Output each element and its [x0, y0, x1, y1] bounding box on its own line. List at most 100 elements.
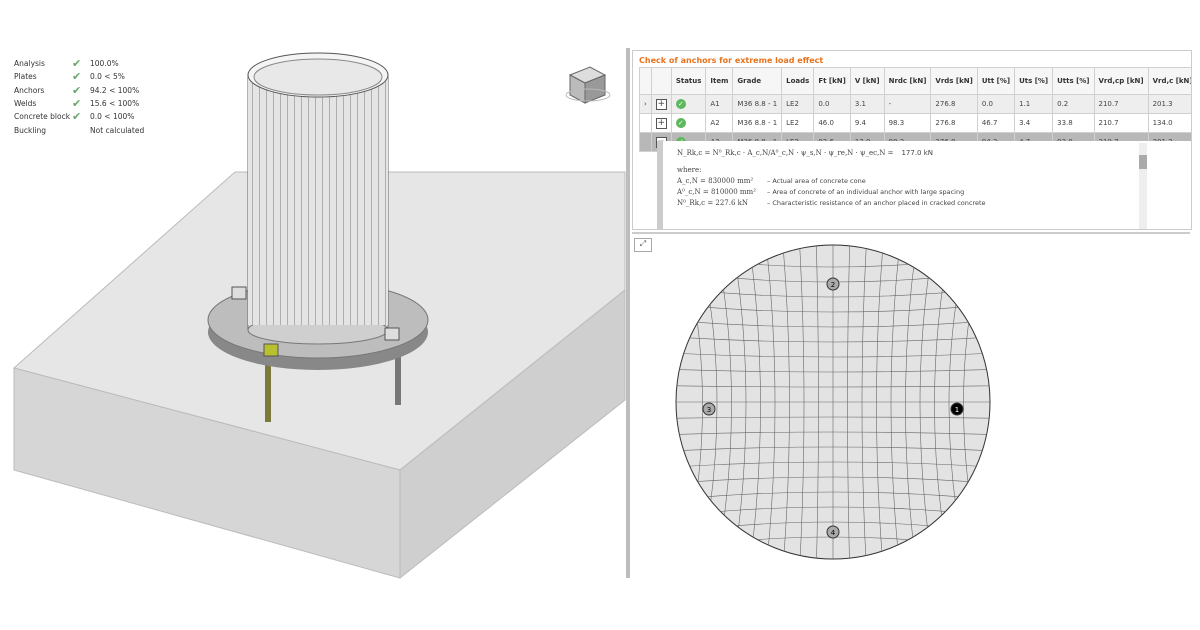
cell-loads: LE2	[781, 113, 815, 133]
cell-vrds: 276.8	[930, 94, 978, 114]
table-row[interactable]: › + ✓ A1 M36 8.8 - 1 LE2 0.0 3.1-276.8 0.0 1.1 0.2…	[639, 94, 1191, 114]
anchor-label: 2	[831, 281, 835, 289]
column-header[interactable]: Uts [%]	[1014, 67, 1054, 95]
summary-label: Plates	[14, 72, 37, 82]
cell-item: A1	[705, 94, 734, 114]
cell-loads: LE2	[781, 94, 815, 114]
row-pointer	[639, 113, 652, 133]
cell-uts: 3.4	[1014, 113, 1054, 133]
panel-title: Check of anchors for extreme load effect	[639, 56, 824, 65]
column-header[interactable]: Utt [%]	[976, 67, 1016, 95]
anchor-label: 3	[707, 406, 711, 414]
check-icon: ✔	[72, 70, 82, 84]
summary-value: 100.0%	[90, 59, 119, 69]
cell-v: 3.1	[849, 94, 885, 114]
anchor-mesh-view[interactable]: 1 2 3 4	[632, 234, 1190, 580]
summary-row[interactable]: Concrete block ✔ 0.0 < 100%	[14, 110, 144, 123]
column-header[interactable]	[650, 67, 672, 95]
anchor-nut	[231, 286, 247, 300]
summary-label: Buckling	[14, 125, 47, 135]
column-header[interactable]	[639, 67, 652, 95]
formula-detail: N_Rk,c = N⁰_Rk,c · A_c,N/A⁰_c,N · ψ_s,N …	[657, 141, 1191, 229]
formula-result: 177.0 kN	[901, 149, 934, 157]
anchor-table: Status Item Grade Loads Ft [kN] V [kN] Nrdc [k…	[639, 67, 1191, 152]
cell-ft: 46.0	[813, 113, 851, 133]
check-icon: ✔	[72, 83, 82, 97]
description: – Actual area of concrete cone	[767, 177, 866, 185]
summary-value: 0.0 < 100%	[90, 112, 135, 122]
summary-row[interactable]: Anchors ✔ 94.2 < 100%	[14, 84, 144, 97]
column-header[interactable]: Ft [kN]	[813, 67, 851, 95]
cell-ft: 0.0	[813, 94, 851, 114]
summary-row[interactable]: Plates ✔ 0.0 < 5%	[14, 70, 144, 83]
column-header[interactable]: Nrdc [kN]	[883, 67, 932, 95]
summary-value: 94.2 < 100%	[90, 85, 140, 95]
column-header[interactable]: Utts [%]	[1052, 67, 1095, 95]
cell-utt: 46.7	[976, 113, 1016, 133]
summary-label: Welds	[14, 99, 37, 109]
anchor-label: 1	[955, 406, 959, 414]
status-ok-icon: ✓	[675, 118, 686, 128]
anchor-label: 4	[831, 529, 836, 537]
summary-value: Not calculated	[90, 125, 145, 135]
summary-value: 15.6 < 100%	[90, 99, 140, 109]
summary-row[interactable]: Buckling Not calculated	[14, 123, 144, 136]
cell-item: A2	[705, 113, 734, 133]
cell-grade: M36 8.8 - 1	[732, 113, 783, 133]
cell-vrdc: 134.0	[1147, 113, 1191, 133]
anchor-nut	[384, 327, 400, 341]
cell-utt: 0.0	[976, 94, 1016, 114]
cell-grade: M36 8.8 - 1	[732, 94, 783, 114]
status-ok-icon: ✓	[675, 99, 686, 109]
symbol: A⁰_c,N = 810000 mm²	[677, 188, 756, 196]
description: – Characteristic resistance of an anchor…	[767, 199, 986, 207]
column-header[interactable]: Vrds [kN]	[930, 67, 978, 95]
check-summary: Analysis ✔ 100.0% Plates ✔ 0.0 < 5% Anchors ✔ 94…	[14, 57, 144, 137]
cell-utts: 33.8	[1052, 113, 1095, 133]
column-header[interactable]: Item	[705, 67, 734, 95]
where-label: where:	[677, 166, 702, 174]
expand-toggle[interactable]: +	[655, 117, 667, 129]
cell-vrdcp: 210.7	[1093, 94, 1149, 114]
anchor-check-panel: Check of anchors for extreme load effect…	[632, 50, 1192, 230]
check-icon: ✔	[72, 97, 82, 111]
summary-row[interactable]: Welds ✔ 15.6 < 100%	[14, 97, 144, 110]
summary-label: Anchors	[14, 85, 45, 95]
view-cube-icon[interactable]	[565, 66, 611, 104]
anchor-nut-highlighted	[263, 343, 279, 357]
column-header[interactable]: Loads	[781, 67, 815, 95]
check-icon: ✔	[72, 57, 82, 71]
splitter[interactable]	[626, 48, 630, 578]
column-header[interactable]: Grade	[732, 67, 783, 95]
fit-view-icon[interactable]: ⤢	[634, 238, 652, 252]
check-icon: ✔	[72, 110, 82, 124]
column-header[interactable]: Status	[670, 67, 707, 95]
anchor-marker[interactable]: 2	[826, 277, 840, 291]
vertical-scrollbar[interactable]	[1139, 143, 1147, 229]
cell-v: 9.4	[849, 113, 885, 133]
table-row[interactable]: + ✓ A2 M36 8.8 - 1 LE2 46.0 9.4 98.3 276.8 46.7 3.…	[639, 113, 1191, 133]
symbol: N⁰_Rk,c = 227.6 kN	[677, 199, 749, 207]
cell-uts: 1.1	[1014, 94, 1054, 114]
column-header[interactable]: Vrd,cp [kN]	[1093, 67, 1149, 95]
cell-vrdc: 201.3	[1147, 94, 1191, 114]
summary-value: 0.0 < 5%	[90, 72, 125, 82]
anchor-marker[interactable]: 3	[702, 402, 716, 416]
cell-nrdc: 98.3	[883, 113, 932, 133]
anchor-marker[interactable]: 1	[950, 402, 964, 416]
symbol: A_c,N = 830000 mm²	[677, 177, 754, 185]
summary-label: Analysis	[14, 59, 45, 69]
expand-toggle[interactable]: +	[655, 98, 667, 110]
column-header[interactable]: Vrd,c [kN]	[1147, 67, 1191, 95]
anchor-marker[interactable]: 4	[826, 525, 840, 539]
row-pointer	[639, 132, 652, 152]
column-header[interactable]: V [kN]	[849, 67, 885, 95]
description: – Area of concrete of an individual anch…	[767, 188, 965, 196]
cell-nrdc: -	[883, 94, 932, 114]
mesh-panel: ⤢ 1 2 3 4	[632, 232, 1190, 580]
formula: N_Rk,c = N⁰_Rk,c · A_c,N/A⁰_c,N · ψ_s,N …	[677, 149, 894, 157]
cell-vrdcp: 210.7	[1093, 113, 1149, 133]
summary-row[interactable]: Analysis ✔ 100.0%	[14, 57, 144, 70]
summary-label: Concrete block	[14, 112, 71, 122]
cell-vrds: 276.8	[930, 113, 978, 133]
